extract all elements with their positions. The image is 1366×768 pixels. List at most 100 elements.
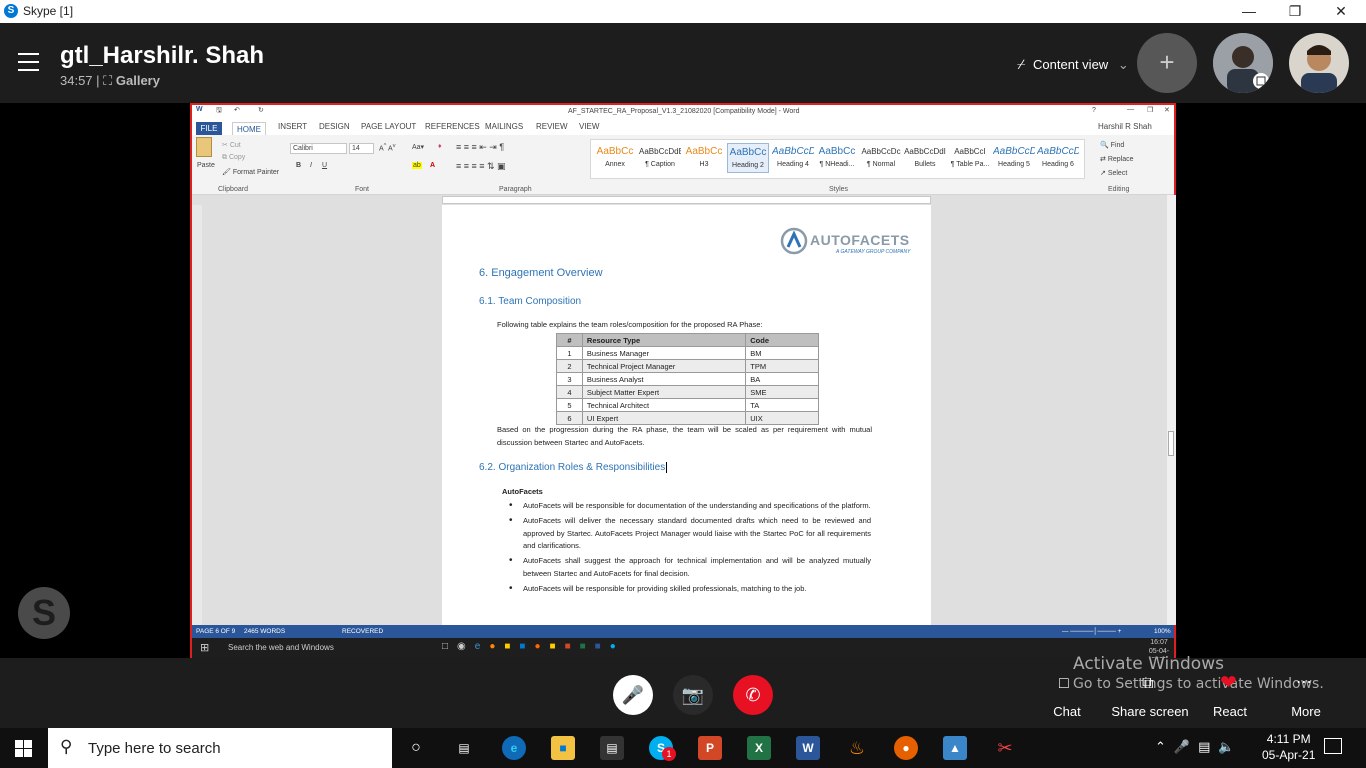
style-item[interactable]: AaBbCc ¶ NHeadi... xyxy=(816,143,858,173)
maximize-button[interactable]: ❐ xyxy=(1272,0,1318,23)
zoom-level[interactable]: 100% xyxy=(1154,628,1171,635)
page-count[interactable]: PAGE 6 OF 9 xyxy=(196,628,235,635)
tab-view[interactable]: VIEW xyxy=(579,122,599,131)
taskbar-clock[interactable]: 4:11 PM 05-Apr-21 xyxy=(1262,731,1315,763)
find-button[interactable]: 🔍 Find xyxy=(1100,141,1124,149)
react-button[interactable]: React xyxy=(1208,704,1252,719)
italic-button[interactable]: I xyxy=(310,162,312,169)
menu-icon[interactable] xyxy=(18,53,39,77)
copy-button[interactable]: ⧉ Copy xyxy=(222,154,245,162)
document-page[interactable]: AUTOFACETS A GATEWAY GROUP COMPANY 6. En… xyxy=(442,205,931,625)
excel-icon[interactable]: X xyxy=(747,736,771,760)
chat-icon[interactable]: □ xyxy=(1059,675,1069,693)
remote-search[interactable]: Search the web and Windows xyxy=(228,643,334,652)
notification-icon[interactable] xyxy=(1324,738,1342,754)
tab-file[interactable]: FILE xyxy=(196,122,222,136)
more-button[interactable]: More xyxy=(1284,704,1328,719)
style-item[interactable]: AaBbCcDc ¶ Normal xyxy=(860,143,902,173)
tab-design[interactable]: DESIGN xyxy=(319,122,350,131)
grow-font-icon[interactable]: A^ Av xyxy=(379,143,396,152)
style-item[interactable]: AaBbCc Heading 2 xyxy=(727,143,769,173)
highlight-icon[interactable]: ab xyxy=(412,162,422,169)
align-icons[interactable]: ≡ ≡ ≡ ≡ ⇅ ▣ xyxy=(456,161,506,172)
camera-off-button[interactable]: 📷 xyxy=(673,675,713,715)
powerpoint-icon[interactable]: P xyxy=(698,736,722,760)
font-color-icon[interactable]: A xyxy=(430,162,435,169)
zoom-slider[interactable]: — ─────│──── + xyxy=(1062,628,1121,635)
share-screen-button[interactable]: Share screen xyxy=(1110,704,1190,719)
tab-references[interactable]: REFERENCES xyxy=(425,122,480,131)
vertical-ruler[interactable] xyxy=(192,205,202,625)
content-view-dropdown[interactable]: ⌿ Content view ⌄ xyxy=(1017,56,1129,73)
replace-button[interactable]: ⇄ Replace xyxy=(1100,155,1134,163)
share-screen-icon[interactable]: ⧉ xyxy=(1142,675,1153,693)
heart-icon[interactable]: ❤ xyxy=(1220,670,1237,695)
font-name-select[interactable]: Calibri xyxy=(290,143,347,154)
word-minimize-button[interactable]: — xyxy=(1127,106,1134,113)
style-item[interactable]: AaBbCcDd Heading 6 xyxy=(1037,143,1079,173)
style-item[interactable]: AaBbCcDd Heading 4 xyxy=(772,143,814,173)
word-icon-taskbar[interactable]: W xyxy=(796,736,820,760)
tab-mailings[interactable]: MAILINGS xyxy=(485,122,523,131)
view-mode-label[interactable]: Gallery xyxy=(116,73,160,88)
change-case-icon[interactable]: Aa▾ xyxy=(412,143,424,151)
tab-review[interactable]: REVIEW xyxy=(536,122,568,131)
format-painter-button[interactable]: 🖌 Format Painter xyxy=(222,168,279,176)
self-avatar[interactable] xyxy=(1289,33,1349,93)
undo-icon[interactable]: ↶ xyxy=(234,106,240,114)
select-button[interactable]: ↗ Select xyxy=(1100,169,1127,177)
flame-app-icon[interactable]: ♨ xyxy=(845,736,869,760)
style-item[interactable]: AaBbCcDdI Bullets xyxy=(904,143,946,173)
style-item[interactable]: AaBbCcDdEe ¶ Caption xyxy=(639,143,681,173)
chat-button[interactable]: Chat xyxy=(1046,704,1088,719)
file-explorer-icon[interactable]: ■ xyxy=(551,736,575,760)
style-item[interactable]: AaBbCc H3 xyxy=(683,143,725,173)
close-button[interactable]: ✕ xyxy=(1318,0,1364,23)
bullets-icon[interactable]: ≡ ≡ ≡ ⇤ ⇥ ¶ xyxy=(456,142,504,153)
remote-app-icons[interactable]: □◉e●■■●■■■■● xyxy=(442,641,625,652)
participant-avatar[interactable] xyxy=(1213,33,1273,93)
more-icon[interactable]: ⋯ xyxy=(1296,672,1312,692)
content-view-label: Content view xyxy=(1033,57,1109,72)
style-item[interactable]: AaBbCcDd Heading 5 xyxy=(993,143,1035,173)
style-item[interactable]: AaBbCc Annex xyxy=(594,143,636,173)
task-view-icon[interactable]: ▤ xyxy=(452,736,476,760)
horizontal-ruler[interactable] xyxy=(192,195,1174,205)
firefox-icon[interactable]: ● xyxy=(894,736,918,760)
redo-icon[interactable]: ↻ xyxy=(258,106,264,114)
word-close-button[interactable]: ✕ xyxy=(1164,106,1170,114)
clear-formatting-icon[interactable]: ♦ xyxy=(438,143,442,150)
paste-button[interactable]: Paste xyxy=(197,162,215,169)
start-windows-icon[interactable] xyxy=(15,740,32,757)
bold-button[interactable]: B xyxy=(296,162,301,169)
font-size-select[interactable]: 14 xyxy=(349,143,374,154)
tab-page-layout[interactable]: PAGE LAYOUT xyxy=(361,122,416,131)
underline-button[interactable]: U xyxy=(322,162,327,169)
taskbar-search-placeholder: Type here to search xyxy=(88,740,221,757)
user-name[interactable]: Harshil R Shah xyxy=(1098,122,1152,131)
snipping-tool-icon[interactable]: ✂ xyxy=(993,736,1017,760)
photos-icon[interactable]: ▲ xyxy=(943,736,967,760)
select-label: Select xyxy=(1107,170,1128,177)
editing-group-label: Editing xyxy=(1108,186,1130,193)
cortana-icon[interactable]: ○ xyxy=(404,736,428,760)
add-participant-button[interactable]: + xyxy=(1137,33,1197,93)
help-icon[interactable]: ? xyxy=(1092,107,1096,114)
scroll-thumb[interactable] xyxy=(1168,431,1174,456)
taskbar-search[interactable]: ⚲ Type here to search xyxy=(48,728,392,768)
remote-start-icon[interactable]: ⊞ xyxy=(200,641,209,654)
system-tray-icons[interactable]: ⌃🎤▤🔈 xyxy=(1155,739,1243,755)
cut-button[interactable]: ✂ Cut xyxy=(222,141,241,149)
save-icon[interactable]: 🖫 xyxy=(216,106,222,117)
tab-insert[interactable]: INSERT xyxy=(278,122,307,131)
word-maximize-button[interactable]: ❐ xyxy=(1147,106,1153,114)
microphone-button[interactable]: 🎤 xyxy=(613,675,653,715)
style-item[interactable]: AaBbCcI ¶ Table Pa... xyxy=(949,143,991,173)
minimize-button[interactable]: — xyxy=(1226,0,1272,23)
word-count[interactable]: 2465 WORDS xyxy=(244,628,285,635)
vertical-scrollbar[interactable] xyxy=(1167,195,1176,625)
edge-icon[interactable]: e xyxy=(502,736,526,760)
paste-icon[interactable] xyxy=(196,137,212,157)
store-icon[interactable]: ▤ xyxy=(600,736,624,760)
end-call-button[interactable]: ✆ xyxy=(733,675,773,715)
